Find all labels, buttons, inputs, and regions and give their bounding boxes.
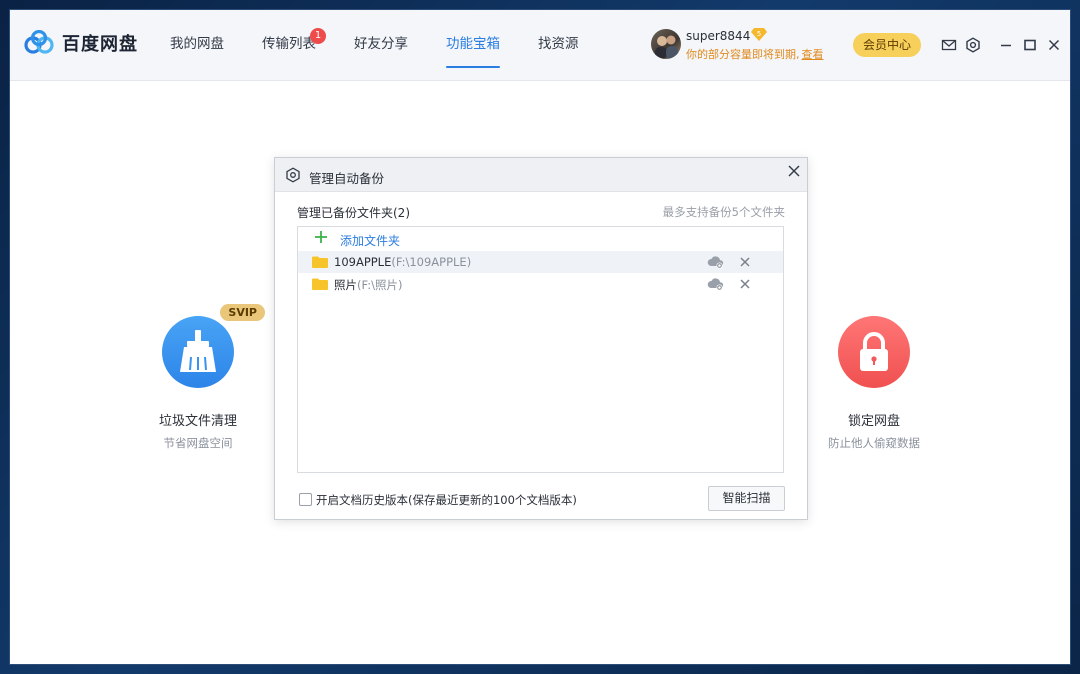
site-watermark: 值 什么值得买 (932, 635, 1068, 664)
app-name: 百度网盘 (62, 34, 138, 55)
baidu-netdisk-logo-icon (24, 30, 54, 54)
history-version-checkbox[interactable] (299, 493, 312, 506)
backup-folders-heading: 管理已备份文件夹(2) (297, 206, 410, 220)
dialog-close-icon[interactable] (787, 164, 801, 178)
username[interactable]: super8844 (686, 29, 750, 43)
dialog-title: 管理自动备份 (309, 171, 385, 186)
cloud-settings-icon[interactable] (707, 277, 724, 291)
list-item[interactable]: 109APPLE(F:\109APPLE) (298, 251, 783, 273)
watermark-text: 什么值得买 (968, 639, 1068, 663)
folder-icon (312, 256, 328, 268)
avatar[interactable] (651, 29, 681, 59)
main-nav: 我的网盘 传输列表 1 好友分享 功能宝箱 找资源 (170, 10, 617, 81)
tab-toolbox[interactable]: 功能宝箱 (446, 10, 500, 81)
member-center-button[interactable]: 会员中心 (853, 33, 921, 57)
backup-limit-hint: 最多支持备份5个文件夹 (662, 205, 785, 219)
transfer-count-badge: 1 (310, 28, 326, 44)
dialog-overlay: 管理自动备份 管理已备份文件夹(2) 最多支持备份5个文件夹 添加文件夹 109… (10, 82, 1070, 664)
minimize-icon[interactable] (998, 37, 1014, 53)
close-icon[interactable] (1046, 37, 1062, 53)
vip-level-icon: 5 (751, 28, 767, 41)
settings-icon[interactable] (965, 37, 981, 53)
folder-path: (F:\照片) (357, 278, 403, 292)
watermark-mark: 值 (932, 635, 960, 664)
folder-list: 添加文件夹 109APPLE(F:\109APPLE) 照片(F:\照片) (297, 226, 784, 473)
history-version-label[interactable]: 开启文档历史版本(保存最近更新的100个文档版本) (316, 492, 577, 508)
remove-icon[interactable] (740, 279, 750, 289)
folder-icon (312, 278, 328, 290)
folder-name: 109APPLE(F:\109APPLE) (334, 255, 471, 269)
vip-level: 5 (757, 30, 761, 38)
list-item[interactable]: 照片(F:\照片) (298, 273, 783, 295)
tab-find-resources[interactable]: 找资源 (538, 10, 579, 81)
title-bar: 百度网盘 我的网盘 传输列表 1 好友分享 功能宝箱 找资源 super8844… (10, 10, 1070, 81)
tab-transfer-list-label: 传输列表 (262, 36, 316, 52)
maximize-icon[interactable] (1022, 37, 1038, 53)
expiry-notice: 你的部分容量即将到期, 查看 (686, 46, 824, 62)
smart-scan-button[interactable]: 智能扫描 (708, 486, 785, 511)
app-window: 百度网盘 我的网盘 传输列表 1 好友分享 功能宝箱 找资源 super8844… (9, 9, 1071, 665)
folder-path: (F:\109APPLE) (391, 255, 472, 269)
auto-backup-dialog: 管理自动备份 管理已备份文件夹(2) 最多支持备份5个文件夹 添加文件夹 109… (274, 157, 808, 520)
dialog-header: 管理自动备份 (275, 158, 807, 192)
folder-label: 109APPLE (334, 255, 392, 269)
mail-icon[interactable] (941, 37, 957, 53)
gear-icon (286, 167, 300, 183)
add-folder-label: 添加文件夹 (340, 234, 401, 248)
folder-label: 照片 (334, 278, 357, 292)
view-link[interactable]: 查看 (802, 48, 824, 61)
tab-my-netdisk[interactable]: 我的网盘 (170, 10, 224, 81)
tab-friend-share[interactable]: 好友分享 (354, 10, 408, 81)
add-folder-button[interactable]: 添加文件夹 (298, 227, 783, 251)
plus-icon (315, 231, 327, 243)
tab-transfer-list[interactable]: 传输列表 1 (262, 10, 326, 81)
cloud-settings-icon[interactable] (707, 255, 724, 269)
avatar-photo-icon (655, 35, 678, 59)
expiry-notice-text: 你的部分容量即将到期, (686, 48, 800, 61)
remove-icon[interactable] (740, 257, 750, 267)
folder-name: 照片(F:\照片) (334, 277, 402, 293)
